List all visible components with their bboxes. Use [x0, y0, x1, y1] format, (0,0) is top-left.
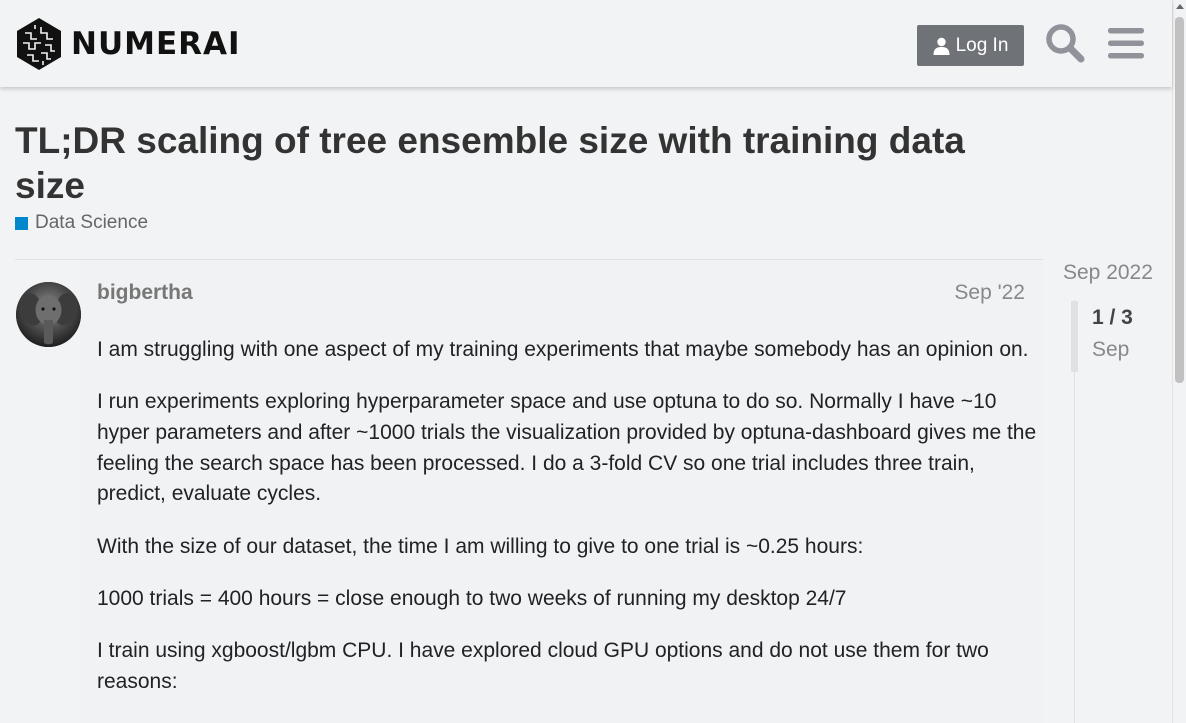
- post-author-username[interactable]: bigbertha: [97, 281, 193, 305]
- post-paragraph: I run experiments exploring hyperparamet…: [97, 390, 1037, 506]
- post-paragraph: I am struggling with one aspect of my tr…: [97, 338, 1029, 361]
- numerai-logo-icon: [17, 18, 61, 70]
- timeline-post-position: 1 / 3: [1092, 306, 1133, 329]
- post-paragraph: With the size of our dataset, the time I…: [97, 534, 864, 558]
- timeline-scroller-handle[interactable]: [1071, 301, 1078, 372]
- post-date[interactable]: Sep '22: [954, 281, 1025, 305]
- page-scrollbar[interactable]: [1172, 0, 1186, 723]
- post-paragraph: 1000 trials = 400 hours = close enough t…: [97, 586, 847, 610]
- category-label: Data Science: [35, 212, 149, 233]
- elephant-avatar-image: [16, 282, 81, 347]
- post-body: I am struggling with one aspect of my tr…: [97, 335, 1037, 719]
- site-header: NUMERAI Log In: [0, 0, 1172, 87]
- log-in-label: Log In: [955, 34, 1009, 56]
- search-icon[interactable]: [1044, 22, 1086, 64]
- scroll-up-arrow-icon[interactable]: [1176, 4, 1184, 9]
- site-logo[interactable]: NUMERAI: [15, 17, 241, 71]
- log-in-button[interactable]: Log In: [917, 25, 1024, 66]
- topic-title[interactable]: TL;DR scaling of tree ensemble size with…: [15, 118, 1035, 208]
- category-color-square: [15, 216, 28, 230]
- user-icon: [933, 37, 950, 55]
- post-paragraph: I train using xgboost/lgbm CPU. I have e…: [97, 638, 989, 693]
- scrollbar-thumb[interactable]: [1175, 17, 1184, 383]
- hamburger-menu-icon[interactable]: [1106, 22, 1148, 64]
- brand-name: NUMERAI: [71, 26, 241, 62]
- timeline-current-date: Sep: [1092, 338, 1130, 361]
- avatar[interactable]: [16, 282, 81, 347]
- category-badge[interactable]: Data Science: [15, 212, 148, 234]
- timeline-start-date[interactable]: Sep 2022: [1063, 261, 1153, 285]
